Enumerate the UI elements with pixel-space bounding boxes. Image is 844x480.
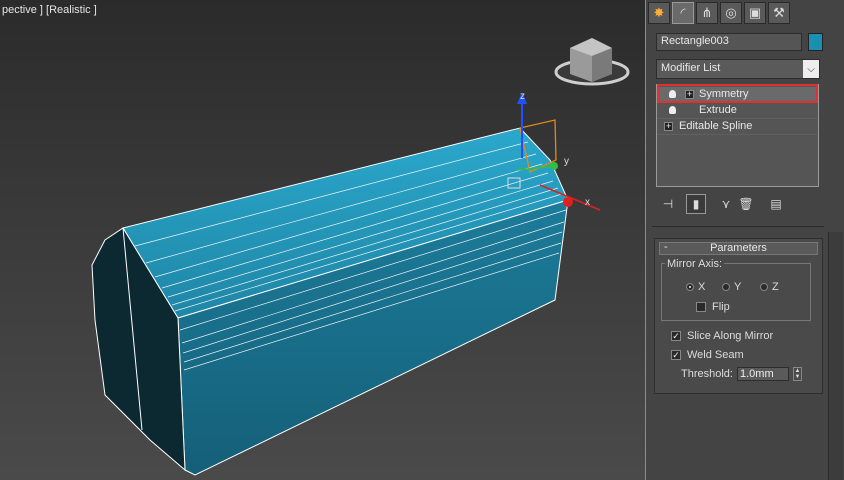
flip-label: Flip [712, 301, 730, 313]
viewcube-icon[interactable] [554, 38, 630, 86]
radio-dot-icon [722, 283, 730, 291]
radio-label: Z [772, 281, 779, 293]
weld-label: Weld Seam [687, 349, 744, 361]
pin-stack-icon[interactable]: ⊣ [658, 194, 678, 214]
make-unique-icon[interactable]: ⋎ [716, 194, 736, 214]
threshold-input[interactable]: 1.0mm [736, 367, 789, 381]
command-panel-tabs: ✸ ◜ ⋔ ◎ ▣ ⚒ [648, 2, 824, 24]
mirror-axis-label: Mirror Axis: [665, 258, 724, 270]
radio-axis-x[interactable]: X [686, 281, 705, 293]
modify-tab-icon[interactable]: ◜ [672, 2, 694, 24]
modifier-list-dropdown[interactable]: Modifier List ⌵ [656, 59, 820, 79]
stack-item-editable-spline[interactable]: + Editable Spline [657, 119, 817, 135]
create-tab-icon[interactable]: ✸ [648, 2, 670, 24]
chevron-down-icon[interactable]: ⌵ [803, 60, 819, 78]
object-color-swatch[interactable] [808, 33, 823, 51]
spinner-arrows-icon[interactable]: ▲ ▼ [792, 367, 802, 381]
checkbox-box [696, 302, 706, 312]
object-name-field[interactable]: Rectangle003 [656, 33, 802, 51]
slice-label: Slice Along Mirror [687, 330, 774, 342]
command-panel: ✸ ◜ ⋔ ◎ ▣ ⚒ Rectangle003 Modifier List ⌵… [646, 0, 844, 480]
expand-plus-icon[interactable]: + [664, 122, 673, 131]
perspective-viewport[interactable]: z y x pective ] [Realistic ] [0, 0, 646, 480]
configure-sets-icon[interactable]: ▤ [766, 194, 786, 214]
collapse-icon[interactable]: - [664, 242, 668, 253]
mirror-axis-group: Mirror Axis: X Y Z Flip [661, 258, 811, 321]
viewport-label[interactable]: pective ] [Realistic ] [2, 4, 97, 16]
weld-seam-checkbox[interactable]: ✓ Weld Seam [671, 349, 744, 361]
hierarchy-tab-icon[interactable]: ⋔ [696, 2, 718, 24]
divider [652, 226, 824, 227]
radio-dot-icon [760, 283, 768, 291]
radio-label: X [698, 281, 706, 293]
modifier-list-label: Modifier List [661, 62, 721, 74]
threshold-row: Threshold: 1.0mm ▲ ▼ [681, 367, 802, 381]
threshold-label: Threshold: [681, 368, 733, 380]
panel-scrollbar[interactable] [828, 232, 843, 480]
parameters-rollout: - Parameters Mirror Axis: X Y Z Flip ✓ S… [654, 238, 823, 394]
selection-highlight-box [657, 84, 818, 103]
stack-tools: ⊣ ▮ ⋎ 🗑 ▤ [658, 193, 786, 215]
gizmo-y-label: y [564, 156, 569, 167]
utilities-tab-icon[interactable]: ⚒ [768, 2, 790, 24]
radio-axis-y[interactable]: Y [722, 281, 741, 293]
stack-item-label: Extrude [699, 104, 737, 116]
lightbulb-icon[interactable] [669, 106, 676, 114]
radio-label: Y [734, 281, 742, 293]
motion-tab-icon[interactable]: ◎ [720, 2, 742, 24]
stack-item-extrude[interactable]: Extrude [657, 103, 817, 119]
parameters-rollout-header[interactable]: - Parameters [659, 242, 818, 255]
gizmo-x-label: x [585, 197, 590, 208]
viewport-scene: z y x [91, 38, 630, 476]
rollout-title: Parameters [710, 242, 767, 254]
show-end-result-icon[interactable]: ▮ [686, 194, 706, 214]
checkmark-icon: ✓ [671, 331, 681, 341]
gizmo-z-label: z [520, 91, 525, 102]
display-tab-icon[interactable]: ▣ [744, 2, 766, 24]
radio-dot-icon [686, 283, 694, 291]
remove-modifier-icon[interactable]: 🗑 [736, 194, 756, 214]
radio-axis-z[interactable]: Z [760, 281, 779, 293]
slice-along-mirror-checkbox[interactable]: ✓ Slice Along Mirror [671, 330, 773, 342]
extruded-mesh-object[interactable] [91, 127, 569, 476]
stack-item-label: Editable Spline [679, 120, 753, 132]
flip-checkbox[interactable]: Flip [696, 301, 730, 313]
checkmark-icon: ✓ [671, 350, 681, 360]
